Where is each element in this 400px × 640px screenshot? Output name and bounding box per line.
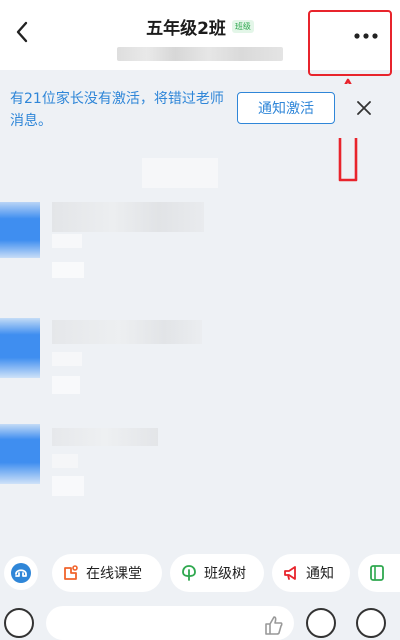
blurred-sender-name [52, 428, 158, 446]
blurred-content [52, 262, 84, 278]
more-chip[interactable] [358, 554, 400, 592]
notebook-icon [370, 565, 384, 581]
megaphone-icon [284, 566, 296, 580]
online-class-chip[interactable]: 在线课堂 [52, 554, 162, 592]
activation-notice: 有21位家长没有激活，将错过老师消息。 通知激活 [0, 84, 400, 138]
add-button[interactable] [356, 608, 386, 638]
close-notice-button[interactable] [352, 96, 376, 120]
avatar [0, 202, 40, 258]
avatar [0, 318, 40, 378]
chip-label: 通知 [306, 566, 334, 582]
voice-button[interactable] [4, 608, 34, 638]
online-class-icon [64, 565, 78, 580]
blurred-sender-name [52, 320, 202, 344]
notify-activate-button[interactable]: 通知激活 [237, 92, 335, 124]
notice-chip[interactable]: 通知 [272, 554, 350, 592]
chip-label: 在线课堂 [86, 566, 142, 582]
annotation-highlight-box [308, 10, 392, 76]
message-input[interactable] [46, 606, 294, 640]
close-icon [357, 101, 371, 115]
chip-label: 班级树 [204, 566, 246, 582]
notice-text: 有21位家长没有激活，将错过老师消息。 [10, 91, 224, 129]
blurred-timestamp [142, 158, 218, 188]
assistant-icon [11, 563, 31, 583]
page-title: 五年级2班 [146, 19, 226, 39]
message-list [0, 150, 400, 540]
blurred-content [52, 476, 84, 496]
quick-action-bar: 在线课堂 班级树 通知 [0, 552, 400, 596]
avatar [0, 424, 40, 484]
class-badge: 班级 [231, 20, 254, 33]
blurred-content [52, 352, 82, 366]
blurred-content [52, 376, 80, 394]
class-tree-icon [182, 565, 196, 581]
class-tree-chip[interactable]: 班级树 [170, 554, 264, 592]
blurred-subtitle [117, 47, 283, 61]
emoji-button[interactable] [306, 608, 336, 638]
blurred-sender-name [52, 202, 204, 232]
chat-input-bar [0, 600, 400, 640]
blurred-content [52, 234, 82, 248]
blurred-content [52, 454, 78, 468]
thumb-up-icon [265, 616, 283, 635]
assistant-button[interactable] [4, 556, 38, 590]
